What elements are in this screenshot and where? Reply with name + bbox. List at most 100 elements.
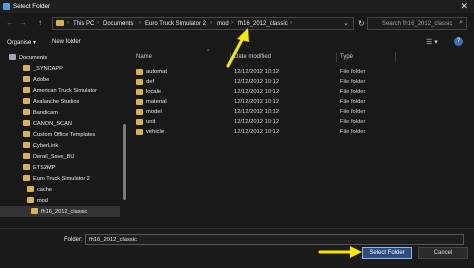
up-arrow-icon[interactable]: ↑ [38, 18, 42, 27]
address-bar[interactable]: › This PC › Documents › Euro Truck Simul… [52, 17, 354, 30]
table-row[interactable]: locale 12/12/2012 10:12 File folder [130, 87, 390, 97]
breadcrumb-separator: › [97, 20, 99, 26]
help-icon[interactable]: ? [454, 37, 463, 46]
navigation-pane[interactable]: Documents _SYNCAPP Adobe American Truck … [0, 52, 128, 228]
sidebar-item-label: CyberLink [33, 142, 59, 149]
folder-field[interactable] [85, 234, 464, 245]
table-row[interactable]: unit 12/12/2012 10:12 File folder [130, 117, 390, 127]
breadcrumb-separator: › [231, 20, 233, 26]
column-divider[interactable] [336, 52, 337, 62]
folder-icon [31, 208, 38, 214]
sidebar-item-euro-truck-simulator-2[interactable]: Euro Truck Simulator 2 [0, 173, 120, 184]
sidebar-item-label: cache [37, 186, 52, 193]
column-header-date[interactable]: Date modified [234, 54, 271, 60]
organise-button[interactable]: Organise ▾ [7, 39, 36, 46]
folder-icon [23, 109, 30, 115]
sidebar-item-label: Custom Office Templates [33, 131, 96, 138]
folder-icon [56, 20, 64, 26]
sidebar-item-cyberlink[interactable]: CyberLink [0, 140, 120, 151]
title-bar: Select Folder ✕ [0, 0, 474, 13]
column-header-name[interactable]: Name [136, 54, 152, 60]
breadcrumb-mod[interactable]: mod [217, 21, 229, 27]
column-divider[interactable] [230, 52, 231, 62]
folder-icon [23, 142, 30, 148]
table-row[interactable]: model 12/12/2012 10:12 File folder [130, 107, 390, 117]
row-type: File folder [340, 89, 366, 95]
row-name: unit [146, 119, 156, 125]
sidebar-item-fh16-2012-classic[interactable]: fh16_2012_classic [0, 206, 120, 217]
forward-arrow-icon[interactable]: → [19, 18, 27, 27]
column-header-type[interactable]: Type [340, 54, 353, 60]
search-placeholder: Search fh16_2012_classic [382, 20, 453, 27]
refresh-icon[interactable]: ↻ [358, 19, 365, 28]
sidebar-item-syncapp[interactable]: _SYNCAPP [0, 63, 120, 74]
row-date: 12/12/2012 10:12 [234, 129, 280, 135]
folder-icon [23, 76, 30, 82]
new-folder-button[interactable]: New folder [52, 39, 81, 45]
sidebar-item-documents[interactable]: Documents [0, 52, 120, 63]
cancel-button[interactable]: Cancel [418, 247, 468, 259]
sidebar-item-ets2mp[interactable]: ETS2MP [0, 162, 120, 173]
folder-icon [23, 164, 30, 170]
sidebar-item-derail-save-bu[interactable]: Derail_Save_BU [0, 151, 120, 162]
row-name: model [146, 109, 162, 115]
scrollbar-thumb[interactable] [123, 124, 126, 200]
breadcrumb-this-pc[interactable]: This PC [73, 21, 94, 27]
folder-icon [23, 65, 30, 71]
sidebar-item-custom-office-templates[interactable]: Custom Office Templates [0, 129, 120, 140]
sidebar-item-canon-scan[interactable]: CANON_SCAN [0, 118, 120, 129]
sidebar-item-label: Adobe [33, 76, 50, 83]
sidebar-item-adobe[interactable]: Adobe [0, 74, 120, 85]
table-row[interactable]: material 12/12/2012 10:12 File folder [130, 97, 390, 107]
folder-icon [27, 186, 34, 192]
row-type: File folder [340, 69, 366, 75]
back-arrow-icon[interactable]: ← [6, 18, 14, 27]
select-folder-button[interactable]: Select Folder [362, 247, 412, 259]
sidebar-item-avalanche-studios[interactable]: Avalanche Studios [0, 96, 120, 107]
row-type: File folder [340, 99, 366, 105]
row-date: 12/12/2012 10:12 [234, 79, 280, 85]
breadcrumb-fh16-2012-classic[interactable]: fh16_2012_classic [238, 21, 288, 27]
view-options-icon[interactable]: ☰ ▾ [426, 38, 438, 46]
row-date: 12/12/2012 10:12 [234, 69, 280, 75]
sidebar-scrollbar[interactable] [122, 52, 127, 228]
breadcrumb-separator: › [67, 20, 69, 26]
row-type: File folder [340, 79, 366, 85]
address-dropdown-chevron-icon[interactable]: ⌄ [343, 19, 349, 27]
dialog-footer: Folder: Select Folder Cancel [0, 228, 474, 268]
sidebar-item-label: American Truck Simulator [33, 87, 98, 94]
table-row[interactable]: automat 12/12/2012 10:12 File folder [130, 67, 390, 77]
sidebar-item-label: Derail_Save_BU [33, 153, 75, 160]
row-type: File folder [340, 109, 366, 115]
folder-icon [136, 89, 143, 95]
folder-icon [23, 153, 30, 159]
sidebar-item-bandicam[interactable]: Bandicam [0, 107, 120, 118]
column-divider[interactable] [395, 52, 396, 62]
folder-icon [136, 99, 143, 105]
breadcrumb-separator: › [139, 20, 141, 26]
breadcrumb-euro-truck-simulator-2[interactable]: Euro Truck Simulator 2 [145, 21, 206, 27]
breadcrumb-documents[interactable]: Documents [103, 21, 133, 27]
sidebar-item-cache[interactable]: cache [0, 184, 120, 195]
file-list[interactable]: Name ^ Date modified Type automat 12/12/… [130, 49, 474, 228]
folder-icon [23, 120, 30, 126]
row-type: File folder [340, 119, 366, 125]
close-icon[interactable]: ✕ [460, 1, 468, 12]
row-type: File folder [340, 129, 366, 135]
sidebar-item-label: Documents [19, 54, 48, 61]
folder-icon [23, 175, 30, 181]
sidebar-item-mod[interactable]: mod [0, 195, 120, 206]
sidebar-item-label: fh16_2012_classic [41, 208, 88, 215]
row-name: material [146, 99, 167, 105]
folder-icon [27, 197, 34, 203]
window-title: Select Folder [13, 3, 51, 10]
sidebar-item-american-truck-simulator[interactable]: American Truck Simulator [0, 85, 120, 96]
search-input[interactable]: Search fh16_2012_classic ⌕ [367, 17, 467, 30]
table-row[interactable]: def 12/12/2012 10:12 File folder [130, 77, 390, 87]
sort-ascending-icon: ^ [207, 49, 210, 55]
sidebar-item-label: _SYNCAPP [33, 65, 63, 72]
folder-icon [23, 131, 30, 137]
navigation-bar: ← → ↑ › This PC › Documents › Euro Truck… [0, 13, 474, 34]
table-row[interactable]: vehicle 12/12/2012 10:12 File folder [130, 127, 390, 137]
sidebar-item-label: mod [37, 197, 48, 204]
